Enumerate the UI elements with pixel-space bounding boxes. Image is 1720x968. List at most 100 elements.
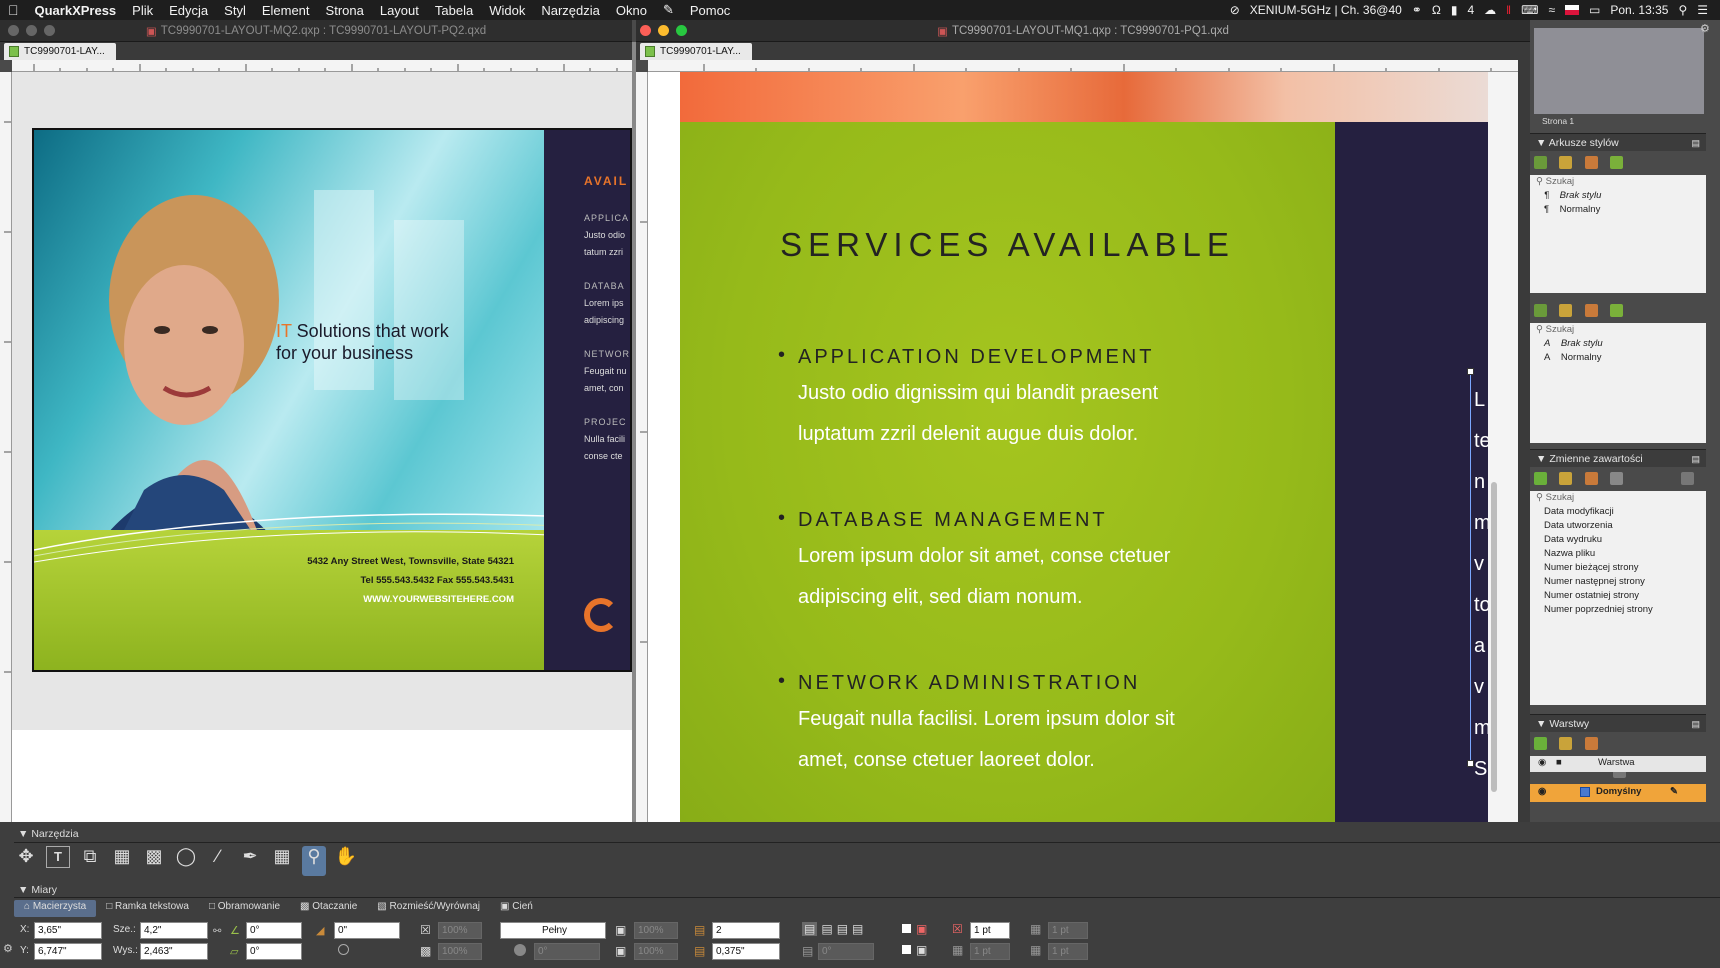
left-vertical-ruler[interactable]	[0, 72, 12, 822]
checkbox[interactable]	[902, 924, 911, 933]
creative-cloud-icon[interactable]: ⚭	[1412, 3, 1422, 17]
add-layer-icon[interactable]	[1534, 737, 1547, 750]
zoom-button[interactable]	[44, 25, 55, 36]
menu-pomoc[interactable]: Pomoc	[682, 3, 738, 18]
oval-tool-icon[interactable]: ◯	[174, 846, 198, 876]
wifi-icon[interactable]: ≈	[1548, 3, 1555, 17]
menu-narzedzia[interactable]: Narzędzia	[533, 3, 608, 18]
layers-header[interactable]: ▼ Warstwy ▤	[1530, 714, 1706, 732]
tab-rozmiesc[interactable]: ▧ Rozmieść/Wyrównaj	[367, 900, 490, 917]
list-item[interactable]: ¶ Brak stylu	[1530, 189, 1706, 203]
padding2-field[interactable]: 1 pt	[1048, 943, 1088, 960]
measurements-header[interactable]: ▼ Miary	[18, 884, 57, 896]
style-search[interactable]: ⚲ Szukaj	[1530, 323, 1706, 337]
menu-strona[interactable]: Strona	[318, 3, 372, 18]
merge-layers-icon[interactable]	[1584, 737, 1598, 750]
resize-handle[interactable]	[1467, 760, 1474, 767]
move-tool-icon[interactable]: ✥	[14, 846, 38, 876]
list-item[interactable]: Nazwa pliku	[1530, 547, 1706, 561]
menu-widok[interactable]: Widok	[481, 3, 533, 18]
duplicate-icon[interactable]	[1584, 304, 1598, 317]
list-item[interactable]: Numer ostatniej strony	[1530, 589, 1706, 603]
text-tool-icon[interactable]: T	[46, 846, 70, 868]
left-horizontal-ruler[interactable]	[12, 60, 632, 72]
gear-icon[interactable]: ⚙	[3, 942, 13, 955]
edit-pencil-icon[interactable]: ✎	[1670, 786, 1678, 797]
tab-otaczanie[interactable]: ▩ Otaczanie	[290, 900, 367, 917]
list-item[interactable]: ¶ Normalny	[1530, 203, 1706, 217]
menu-tabela[interactable]: Tabela	[427, 3, 481, 18]
y-field[interactable]: 6,747"	[34, 943, 102, 960]
duplicate-icon[interactable]	[1584, 472, 1598, 485]
services-title[interactable]: SERVICES AVAILABLE	[680, 226, 1335, 264]
gear-icon[interactable]: ⚙	[1700, 22, 1710, 35]
variables-search[interactable]: ⚲ Szukaj	[1530, 491, 1706, 505]
angle-field[interactable]: 0°	[246, 922, 302, 939]
line-tool-icon[interactable]: ∕	[206, 846, 230, 876]
style-search[interactable]: ⚲ Szukaj	[1530, 175, 1706, 189]
ad-frame[interactable]: IT Solutions that work for your business…	[32, 128, 632, 672]
text-angle-field[interactable]: 0°	[818, 943, 874, 960]
picture-content-tool-icon[interactable]: ▦	[110, 846, 134, 876]
battery-icon[interactable]: ▭	[1589, 3, 1600, 17]
right-layout-tab[interactable]: TC9990701-LAY...	[640, 43, 752, 60]
new-style-icon[interactable]	[1534, 304, 1547, 317]
palette-menu-icon[interactable]: ▤	[1691, 450, 1700, 468]
services-panel[interactable]: SERVICES AVAILABLE • APPLICATION DEVELOP…	[680, 122, 1335, 822]
tools-palette-header[interactable]: ▼ Narzędzia	[18, 828, 79, 840]
keyboard-icon[interactable]: ⌨	[1521, 3, 1538, 17]
layer-row-default[interactable]: ◉ Domyślny ✎	[1530, 784, 1706, 802]
flag-icon[interactable]	[1565, 5, 1580, 15]
menu-okno[interactable]: Okno	[608, 3, 655, 18]
portrait-photo[interactable]: IT Solutions that work for your business	[34, 130, 544, 550]
service-item-1[interactable]: • DATABASE MANAGEMENT Lorem ipsum dolor …	[778, 507, 1170, 618]
vertical-align-buttons[interactable]: ▤ ▤ ▤ ▤	[802, 922, 863, 936]
linking-tool-icon[interactable]: ⧉	[78, 846, 102, 876]
left-window-titlebar[interactable]: ▣ TC9990701-LAYOUT-MQ2.qxp : TC9990701-L…	[0, 20, 632, 42]
skew-field[interactable]: 0°	[246, 943, 302, 960]
left-layout-tab[interactable]: TC9990701-LAY...	[4, 43, 116, 60]
zoom-button[interactable]	[676, 25, 687, 36]
top-photo-strip[interactable]	[680, 72, 1488, 122]
pan-tool-icon[interactable]: ✋	[334, 846, 358, 876]
navy-column[interactable]: Lte n m v to a v m S	[1335, 122, 1488, 822]
right-vertical-ruler[interactable]	[636, 72, 648, 822]
cloud-icon[interactable]: ☁	[1484, 3, 1496, 17]
menu-layout[interactable]: Layout	[372, 3, 427, 18]
wifi-label[interactable]: XENIUM-5GHz | Ch. 36@40	[1250, 3, 1402, 17]
palette-menu-icon[interactable]: ▤	[1691, 715, 1700, 733]
scale-y-field[interactable]: 100%	[438, 943, 482, 960]
corner-radius-field[interactable]: 0"	[334, 922, 400, 939]
menu-app[interactable]: QuarkXPress	[27, 3, 125, 18]
list-item[interactable]: Data modyfikacji	[1530, 505, 1706, 519]
minimize-button[interactable]	[26, 25, 37, 36]
list-item[interactable]: Numer następnej strony	[1530, 575, 1706, 589]
apple-icon[interactable]: 	[0, 2, 27, 18]
menu-plik[interactable]: Plik	[124, 3, 161, 18]
resize-handle[interactable]	[1467, 368, 1474, 375]
list-item[interactable]: Numer poprzedniej strony	[1530, 603, 1706, 617]
add-icon[interactable]	[1534, 472, 1547, 485]
content-variables-header[interactable]: ▼ Zmienne zawartości ▤	[1530, 449, 1706, 467]
tab-cien[interactable]: ▣ Cień	[490, 900, 543, 917]
menu-element[interactable]: Element	[254, 3, 318, 18]
service-item-0[interactable]: • APPLICATION DEVELOPMENT Justo odio dig…	[778, 344, 1158, 455]
alert-icon[interactable]: ‖	[1506, 3, 1511, 17]
padding-field[interactable]: 1 pt	[970, 943, 1010, 960]
spotlight-icon[interactable]: ⚲	[1678, 3, 1687, 17]
vertical-scrollbar-track[interactable]	[1488, 72, 1518, 822]
menu-styl[interactable]: Styl	[216, 3, 254, 18]
shape-icon[interactable]	[338, 944, 349, 955]
zoom-tool-icon[interactable]: ⚲	[302, 846, 326, 876]
vertical-scrollbar-thumb[interactable]	[1491, 482, 1497, 792]
duplicate-layer-icon[interactable]	[1559, 737, 1573, 750]
lock-proportions-icon[interactable]: ⚯	[213, 926, 221, 937]
network-icon[interactable]: ⊘	[1230, 3, 1240, 17]
rectangle-tool-icon[interactable]: ▩	[142, 846, 166, 876]
page-thumbnail[interactable]	[1534, 28, 1704, 114]
list-item[interactable]: A Brak stylu	[1530, 337, 1706, 351]
paragraph-styles-list[interactable]: ⚲ Szukaj ¶ Brak stylu ¶ Normalny	[1530, 175, 1706, 293]
style-sheets-header[interactable]: ▼ Arkusze stylów ▤	[1530, 133, 1706, 151]
table-tool-icon[interactable]: ▦	[270, 846, 294, 876]
palette-menu-icon[interactable]: ▤	[1691, 134, 1700, 152]
